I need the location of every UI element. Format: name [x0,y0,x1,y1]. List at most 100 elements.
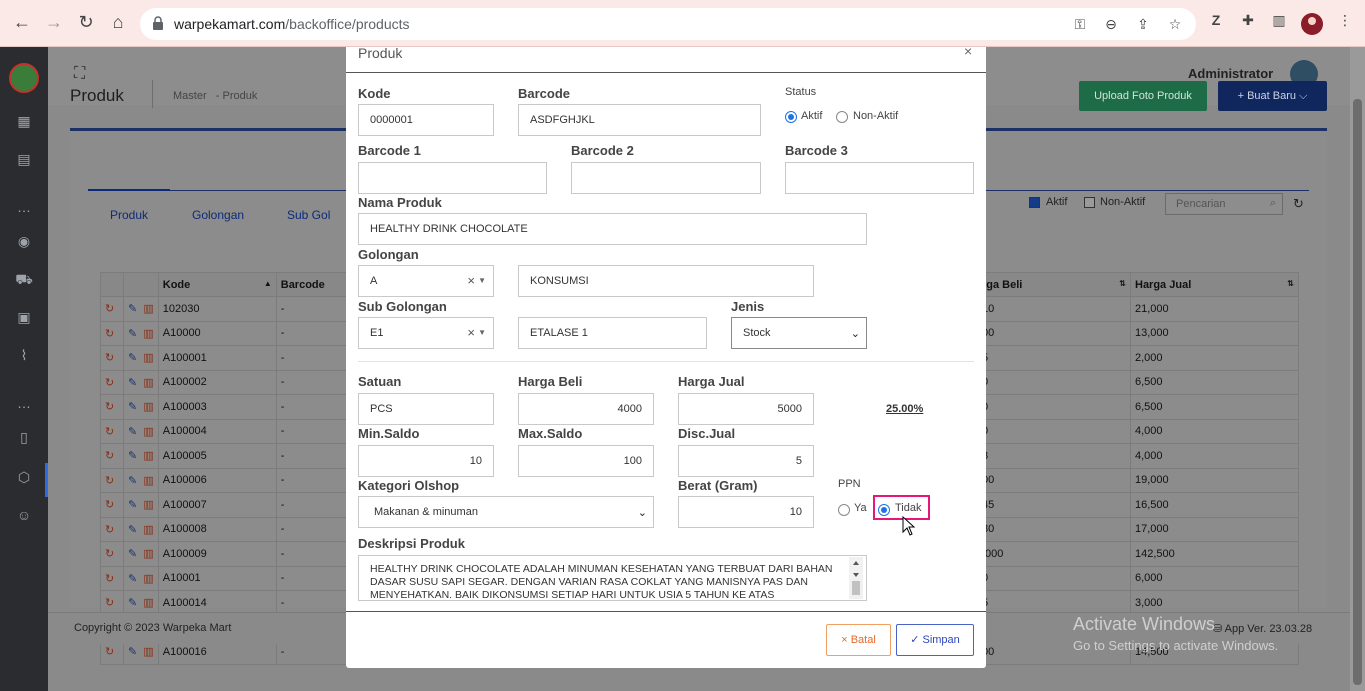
kode-input[interactable]: 0000001 [358,104,494,136]
textarea-scrollbar[interactable] [849,557,863,599]
edit-icon[interactable]: ✎ [128,377,137,389]
barcode1-input[interactable] [358,162,547,194]
create-new-button[interactable]: + Buat Baru ⌵ [1218,81,1327,111]
key-icon[interactable]: ⚿ [1070,16,1090,33]
harga-beli-input[interactable]: 4000 [518,393,654,425]
extensions-puzzle-icon[interactable]: ✚ [1237,12,1259,34]
sub-golongan-name-input[interactable]: ETALASE 1 [518,317,707,349]
satuan-input[interactable]: PCS [358,393,494,425]
filter-aktif-checkbox[interactable] [1029,197,1040,208]
edit-icon[interactable]: ✎ [128,646,137,658]
paperclip-icon[interactable]: ⌇ [14,347,34,367]
table-row[interactable]: ↻ ✎ ▥ A100009- [100,541,353,567]
table-row[interactable]: ↻ ✎ ▥ A100005- [100,443,353,469]
min-saldo-input[interactable]: 10 [358,445,494,477]
edit-icon[interactable]: ✎ [128,401,137,413]
edit-icon[interactable]: ✎ [128,499,137,511]
trash-icon[interactable]: ▥ [143,548,153,560]
barcode3-input[interactable] [785,162,974,194]
golongan-select[interactable]: A × ▼ [358,265,494,297]
close-icon[interactable]: × [964,43,972,59]
scrollbar-thumb[interactable] [1353,99,1362,685]
max-saldo-input[interactable]: 100 [518,445,654,477]
edit-icon[interactable]: ✎ [128,475,137,487]
trash-icon[interactable]: ▥ [143,597,153,609]
refresh-row-icon[interactable]: ↻ [100,345,124,371]
edit-icon[interactable]: ✎ [128,303,137,315]
trash-icon[interactable]: ▥ [143,499,153,511]
table-row[interactable]: ↻ ✎ ▥ A100003- [100,394,353,420]
edit-icon[interactable]: ✎ [128,352,137,364]
table-row[interactable]: ↻ ✎ ▥ A10001- [100,565,353,591]
cancel-button[interactable]: × Batal [826,624,891,656]
forward-icon[interactable]: → [42,12,66,33]
disc-jual-input[interactable]: 5 [678,445,814,477]
tab-sub-gol[interactable]: Sub Gol [287,208,330,222]
clipboard-icon[interactable]: ▤ [14,151,34,171]
table-row[interactable]: ↻ ✎ ▥ A100006- [100,467,353,493]
trash-icon[interactable]: ▥ [143,352,153,364]
bookmark-star-icon[interactable]: ☆ [1165,16,1185,33]
header-harga-jual[interactable]: Harga Jual ⇅ [1130,272,1299,297]
user-name[interactable]: Administrator [1188,66,1273,81]
deskripsi-textarea[interactable]: HEALTHY DRINK CHOCOLATE ADALAH MINUMAN K… [358,555,867,601]
breadcrumb-master[interactable]: Master [173,90,207,102]
table-row[interactable]: ↻ ✎ ▥ A10000- [100,320,353,346]
filter-nonaktif-checkbox[interactable] [1084,197,1095,208]
barcode2-input[interactable] [571,162,761,194]
trash-icon[interactable]: ▥ [143,524,153,536]
table-row[interactable]: ↻ ✎ ▥ 102030- [100,296,353,322]
trash-icon[interactable]: ▥ [143,475,153,487]
refresh-row-icon[interactable]: ↻ [100,394,124,420]
clear-icon[interactable]: × [467,266,475,296]
trash-icon[interactable]: ▥ [143,401,153,413]
box-icon[interactable]: ⬡ [14,469,34,489]
trash-icon[interactable]: ▥ [143,573,153,585]
search-input[interactable]: Pencarian ⌕ [1165,193,1283,215]
refresh-row-icon[interactable]: ↻ [100,418,124,444]
receipt-icon[interactable]: ▣ [14,309,34,329]
table-row[interactable]: 00 13,000 [977,320,1299,346]
table-row[interactable]: ↻ ✎ ▥ A100007- [100,492,353,518]
refresh-row-icon[interactable]: ↻ [100,369,124,395]
profile-avatar[interactable] [1301,13,1323,35]
cart-icon[interactable]: ⛟ [14,271,34,291]
table-row[interactable]: ↻ ✎ ▥ A100004- [100,418,353,444]
refresh-row-icon[interactable]: ↻ [100,296,124,322]
table-row[interactable]: 52,000 [977,345,1299,371]
kategori-olshop-select[interactable]: Makanan & minuman ⌄ [358,496,654,528]
ppn-ya-radio[interactable] [838,504,850,516]
harga-jual-input[interactable]: 5000 [678,393,814,425]
trash-icon[interactable]: ▥ [143,646,153,658]
table-row[interactable]: 00 19,000 [977,467,1299,493]
refresh-row-icon[interactable]: ↻ [100,492,124,518]
header-harga-beli[interactable]: rga Beli ⇅ [977,272,1131,297]
table-row[interactable]: 34,000 [977,443,1299,469]
refresh-row-icon[interactable]: ↻ [100,467,124,493]
jenis-select[interactable]: Stock ⌄ [731,317,867,349]
address-bar[interactable]: warpekamart.com/backoffice/products ⚿ ⊖ … [140,8,1196,40]
reload-icon[interactable]: ↻ [74,12,98,33]
book-icon[interactable]: ▯ [14,429,34,449]
golongan-name-input[interactable]: KONSUMSI [518,265,814,297]
nama-produk-input[interactable]: HEALTHY DRINK CHOCOLATE [358,213,867,245]
table-row[interactable]: 04,000 [977,418,1299,444]
fullscreen-icon[interactable]: ⛶ [74,65,85,83]
back-icon[interactable]: ← [10,12,34,33]
table-row[interactable]: 06,500 [977,394,1299,420]
home-icon[interactable]: ⌂ [106,12,130,33]
header-barcode[interactable]: Barcode [275,272,353,297]
table-row[interactable]: ,000 142,500 [977,541,1299,567]
trash-icon[interactable]: ▥ [143,328,153,340]
share-icon[interactable]: ⇪ [1133,16,1153,33]
edit-icon[interactable]: ✎ [128,328,137,340]
refresh-row-icon[interactable]: ↻ [100,320,124,346]
table-row[interactable]: 10 21,000 [977,296,1299,322]
clear-icon[interactable]: × [467,318,475,348]
header-kode[interactable]: Kode ▲ [157,272,277,297]
broadcast-icon[interactable]: ◉ [14,233,34,253]
kebab-menu-icon[interactable]: ⋮ [1334,12,1356,34]
edit-icon[interactable]: ✎ [128,450,137,462]
trash-icon[interactable]: ▥ [143,450,153,462]
berat-input[interactable]: 10 [678,496,814,528]
